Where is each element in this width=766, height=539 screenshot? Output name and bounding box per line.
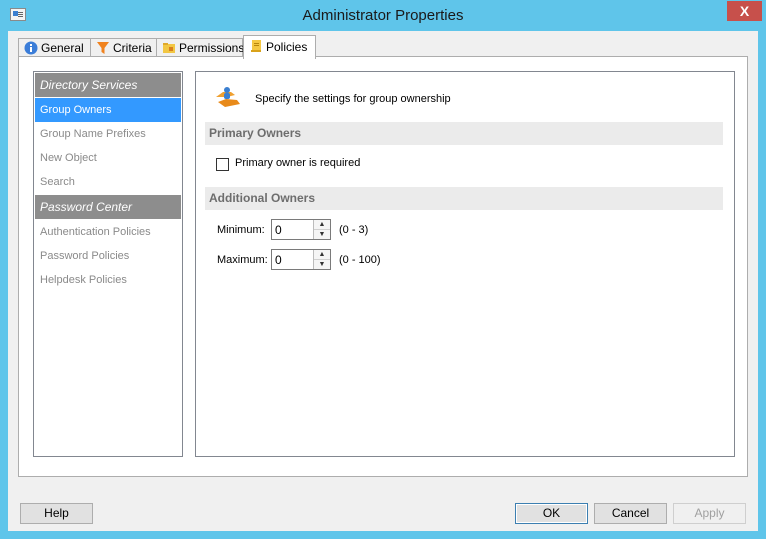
nav-item-password-policies[interactable]: Password Policies	[34, 244, 182, 268]
nav-header-directory-services: Directory Services	[35, 73, 181, 97]
primary-owner-required-checkbox[interactable]	[216, 158, 229, 171]
nav-item-authentication-policies[interactable]: Authentication Policies	[34, 220, 182, 244]
close-button[interactable]: X	[727, 1, 762, 21]
additional-owners-header: Additional Owners	[205, 187, 723, 210]
info-icon	[24, 41, 38, 55]
ok-button[interactable]: OK	[515, 503, 588, 524]
minimum-label: Minimum:	[217, 224, 265, 236]
tab-general[interactable]: General	[18, 38, 91, 57]
maximum-label: Maximum:	[217, 254, 268, 266]
minimum-value[interactable]: 0	[275, 223, 282, 237]
properties-window: Administrator Properties X General Crite…	[0, 0, 766, 539]
help-button[interactable]: Help	[20, 503, 93, 524]
permissions-folder-icon	[163, 43, 175, 53]
nav-item-group-name-prefixes[interactable]: Group Name Prefixes	[34, 122, 182, 146]
maximum-spin-buttons: ▲ ▼	[313, 250, 330, 269]
primary-owners-header: Primary Owners	[205, 122, 723, 145]
tab-permissions[interactable]: Permissions	[156, 38, 245, 57]
nav-item-group-owners[interactable]: Group Owners	[35, 98, 181, 122]
maximum-decrement-icon[interactable]: ▼	[314, 260, 330, 269]
minimum-spin-buttons: ▲ ▼	[313, 220, 330, 239]
dialog-client: General Criteria Permissions Policies Di…	[8, 31, 758, 531]
tab-policies[interactable]: Policies	[243, 35, 316, 59]
maximum-range: (0 - 100)	[339, 254, 381, 266]
group-ownership-icon	[216, 87, 240, 107]
minimum-decrement-icon[interactable]: ▼	[314, 230, 330, 239]
minimum-increment-icon[interactable]: ▲	[314, 220, 330, 230]
filter-funnel-icon	[97, 42, 109, 54]
policy-settings-pane: Specify the settings for group ownership…	[195, 71, 735, 457]
maximum-value[interactable]: 0	[275, 253, 282, 267]
tab-criteria-label: Criteria	[113, 41, 152, 55]
apply-button[interactable]: Apply	[673, 503, 746, 524]
nav-header-password-center: Password Center	[35, 195, 181, 219]
nav-item-new-object[interactable]: New Object	[34, 146, 182, 170]
section-description: Specify the settings for group ownership	[255, 93, 451, 105]
nav-item-search[interactable]: Search	[34, 170, 182, 194]
window-title: Administrator Properties	[302, 7, 464, 24]
policies-scroll-icon	[251, 40, 261, 52]
primary-owner-required-label[interactable]: Primary owner is required	[235, 157, 360, 169]
maximum-spinner[interactable]: 0 ▲ ▼	[271, 249, 331, 270]
title-bar[interactable]: Administrator Properties X	[0, 0, 766, 31]
minimum-spinner[interactable]: 0 ▲ ▼	[271, 219, 331, 240]
policy-nav-list[interactable]: Directory Services Group Owners Group Na…	[33, 71, 183, 457]
tab-policies-label: Policies	[266, 40, 308, 54]
minimum-range: (0 - 3)	[339, 224, 369, 236]
nav-item-helpdesk-policies[interactable]: Helpdesk Policies	[34, 268, 182, 292]
tab-permissions-label: Permissions	[179, 41, 245, 55]
tab-general-label: General	[41, 41, 84, 55]
policies-panel: Directory Services Group Owners Group Na…	[18, 56, 748, 477]
tab-criteria[interactable]: Criteria	[90, 38, 157, 57]
maximum-increment-icon[interactable]: ▲	[314, 250, 330, 260]
cancel-button[interactable]: Cancel	[594, 503, 667, 524]
